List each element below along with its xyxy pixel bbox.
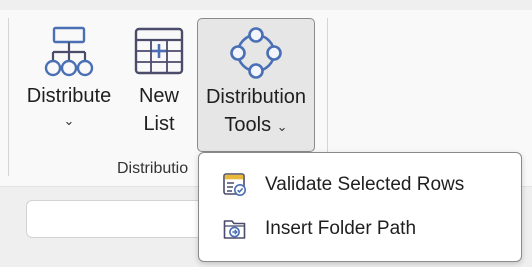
new-list-label-line1: New <box>138 85 179 107</box>
ribbon-separator-left <box>8 18 9 176</box>
menu-item-validate-selected-rows[interactable]: Validate Selected Rows <box>199 163 521 207</box>
distribution-tools-label-line1: Distribution <box>205 86 307 108</box>
text-input-field[interactable] <box>26 200 206 238</box>
distribution-tools-label-line2: Tools ⌄ <box>224 111 287 139</box>
menu-item-label: Insert Folder Path <box>265 218 417 239</box>
distribution-tools-button[interactable]: Distribution Tools ⌄ <box>197 18 315 152</box>
menu-item-insert-folder-path[interactable]: Insert Folder Path <box>199 207 521 251</box>
folder-arrow-icon <box>221 215 249 243</box>
tools-label: Tools <box>224 114 272 136</box>
validate-rows-icon <box>221 171 249 199</box>
chevron-down-icon: ⌄ <box>63 113 75 128</box>
distribute-label: Distribute <box>26 85 112 107</box>
new-list-label-line2: List <box>143 113 175 135</box>
menu-item-label: Validate Selected Rows <box>265 174 465 195</box>
chevron-down-icon: ⌄ <box>276 119 288 134</box>
ribbon-top-strip <box>0 0 532 10</box>
distribution-circle-icon <box>228 23 284 83</box>
new-list-button[interactable]: New List <box>126 18 192 152</box>
ribbon-group-label: Distributio <box>117 160 189 177</box>
distribute-button[interactable]: Distribute ⌄ <box>18 18 120 152</box>
distribution-tools-menu: Validate Selected Rows Insert Folder Pat… <box>198 152 522 262</box>
table-add-icon <box>131 22 187 82</box>
org-chart-icon <box>41 22 97 82</box>
